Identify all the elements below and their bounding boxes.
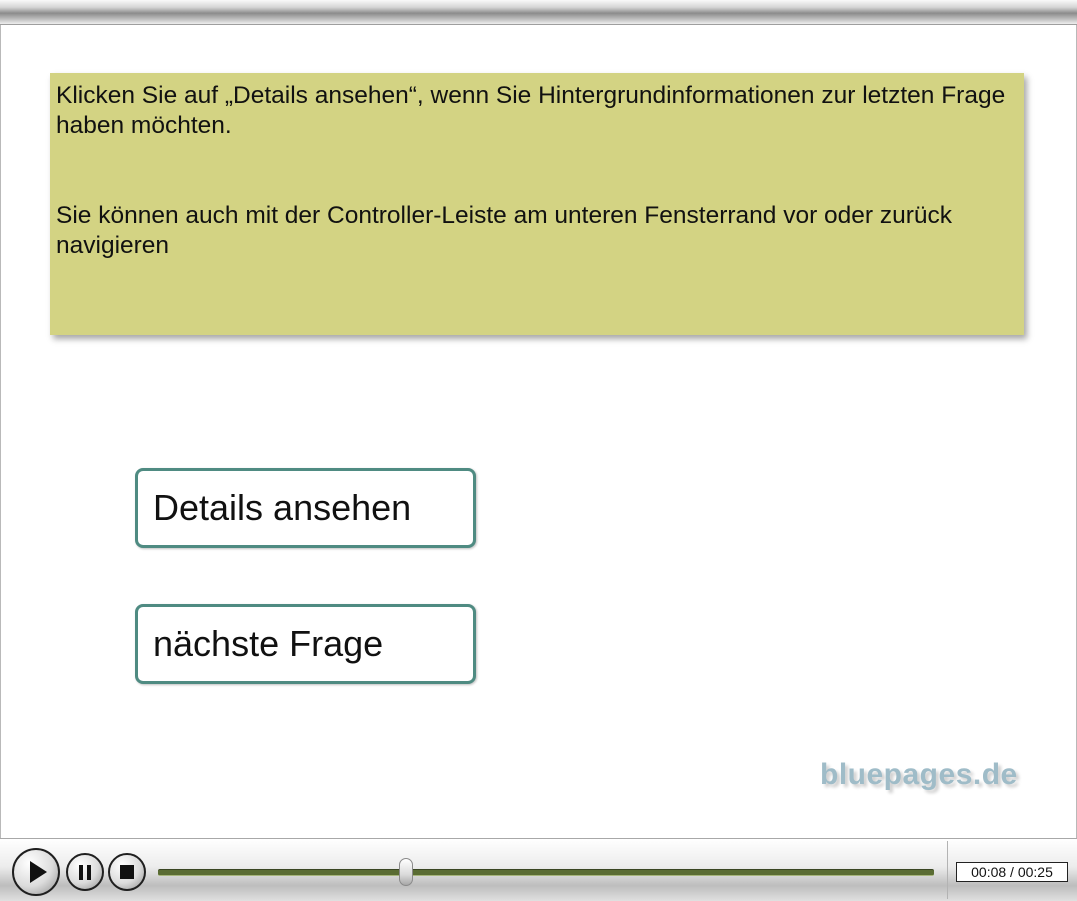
progress-track[interactable] — [158, 869, 934, 876]
bluepages-logo: bluepages.de — [820, 758, 1018, 791]
details-button-label: Details ansehen — [153, 487, 412, 528]
play-button[interactable] — [12, 848, 60, 896]
pause-icon — [79, 864, 91, 880]
instruction-note: Klicken Sie auf „Details ansehen“, wenn … — [50, 73, 1024, 335]
seek-slider-handle[interactable] — [399, 858, 414, 886]
controller-bar: 00:08 / 00:25 — [0, 838, 1077, 901]
instruction-paragraph-1: Klicken Sie auf „Details ansehen“, wenn … — [56, 82, 1006, 139]
controller-divider — [947, 841, 948, 899]
stop-button[interactable] — [108, 853, 146, 891]
stop-icon — [120, 865, 134, 879]
next-question-button-label: nächste Frage — [153, 623, 384, 664]
instruction-paragraph-2: Sie können auch mit der Controller-Leist… — [56, 202, 953, 259]
details-button[interactable]: Details ansehen — [135, 468, 476, 548]
pause-button[interactable] — [66, 853, 104, 891]
time-display: 00:08 / 00:25 — [956, 862, 1068, 882]
play-icon — [30, 861, 47, 883]
title-bar — [0, 0, 1077, 25]
next-question-button[interactable]: nächste Frage — [135, 604, 476, 684]
